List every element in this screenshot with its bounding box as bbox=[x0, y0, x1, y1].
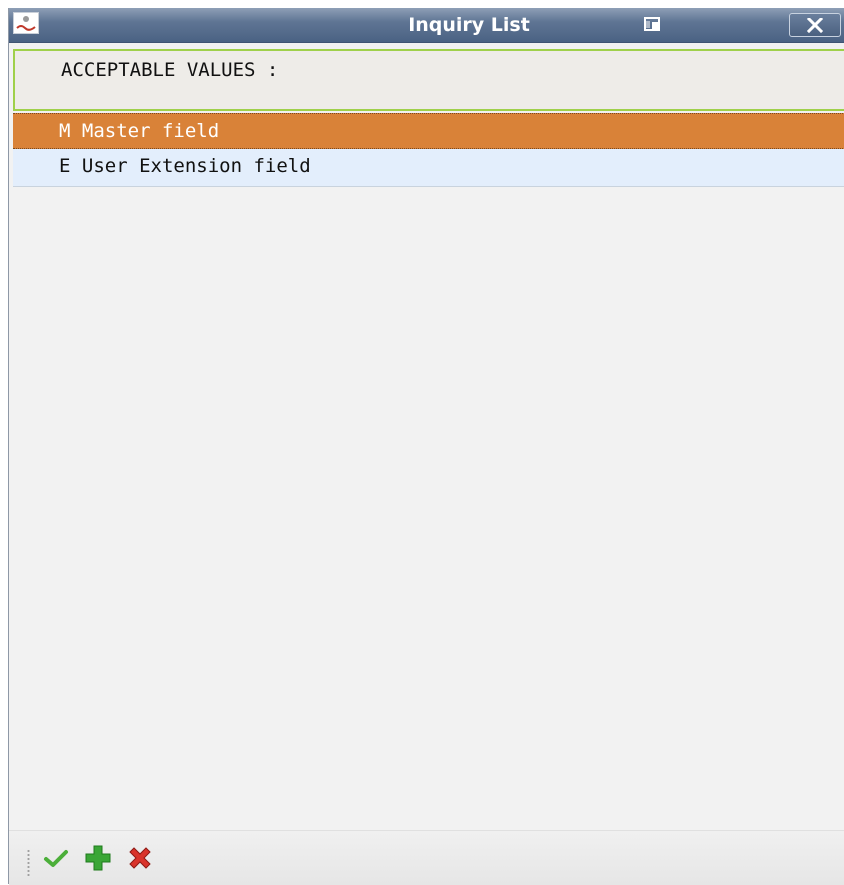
header-label: ACCEPTABLE VALUES : bbox=[61, 59, 279, 81]
check-icon bbox=[44, 850, 68, 867]
delete-button[interactable] bbox=[125, 843, 155, 873]
bottom-toolbar bbox=[9, 830, 844, 885]
restore-window-icon[interactable] bbox=[642, 16, 664, 34]
close-button[interactable] bbox=[789, 13, 841, 37]
acceptable-values-header: ACCEPTABLE VALUES : bbox=[13, 49, 844, 111]
add-button[interactable] bbox=[83, 843, 113, 873]
values-list: M Master field E User Extension field bbox=[13, 113, 844, 187]
window-title: Inquiry List bbox=[408, 14, 530, 36]
title-bar[interactable]: Inquiry List bbox=[9, 8, 844, 43]
list-item-label: M Master field bbox=[59, 120, 220, 142]
inquiry-list-window: Inquiry List ACCEPTABLE VALUES : M Maste… bbox=[8, 8, 844, 885]
plus-icon bbox=[85, 845, 111, 871]
delete-x-icon bbox=[129, 847, 151, 869]
list-item-user-extension-field[interactable]: E User Extension field bbox=[13, 149, 844, 187]
toolbar-grip[interactable] bbox=[27, 849, 30, 877]
app-logo-icon bbox=[13, 12, 39, 34]
close-icon bbox=[807, 18, 823, 33]
list-item-label: E User Extension field bbox=[59, 155, 311, 177]
list-item-master-field[interactable]: M Master field bbox=[13, 113, 844, 149]
list-empty-area bbox=[13, 189, 844, 819]
accept-button[interactable] bbox=[41, 843, 71, 873]
